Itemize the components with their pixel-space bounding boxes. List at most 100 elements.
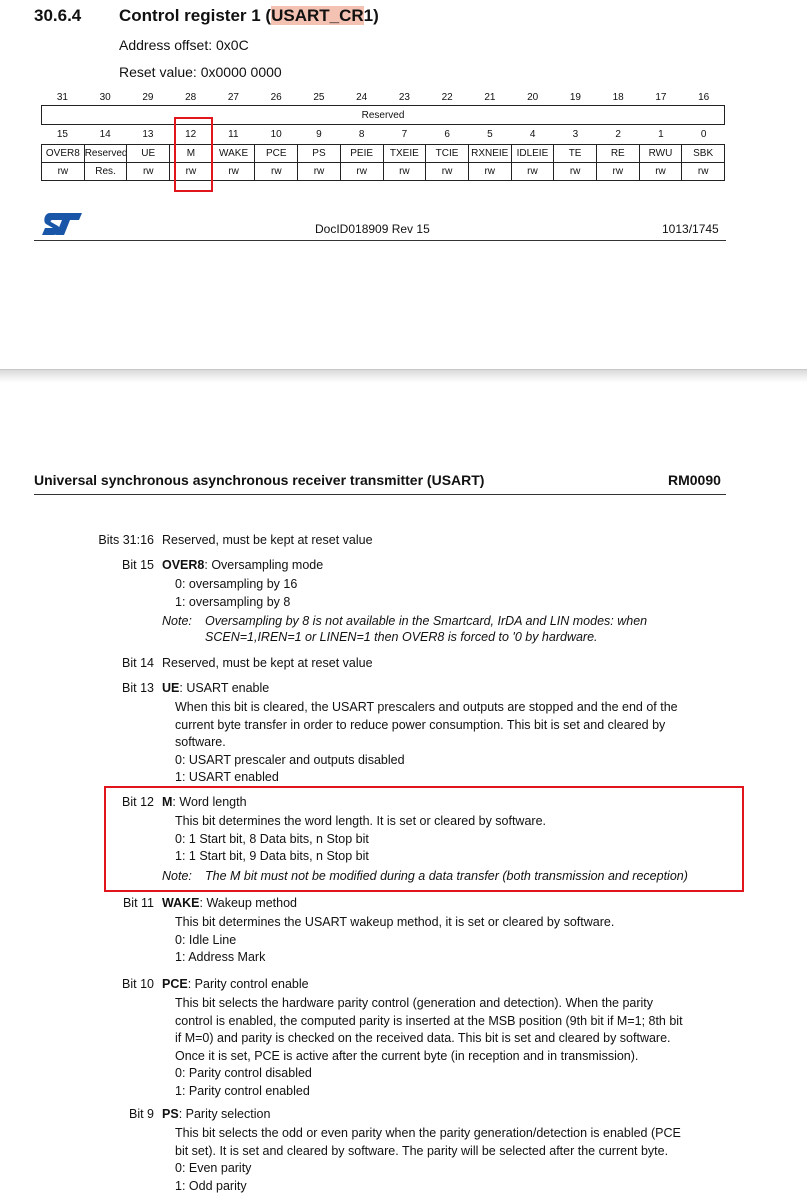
bit-title: : Parity selection [178, 1107, 271, 1121]
page2-header-ref: RM0090 [668, 472, 721, 488]
bit-desc-line: This bit determines the USART wakeup met… [175, 915, 615, 929]
field-cell-2: UE [126, 144, 171, 163]
access-cell-2: rw [126, 162, 171, 181]
bit-title: : USART enable [179, 681, 270, 695]
title-highlight: USART_CR [271, 6, 364, 25]
page2-header-title: Universal synchronous asynchronous recei… [34, 472, 485, 488]
bit-number-8: 23 [398, 92, 410, 103]
st-logo-icon [42, 213, 82, 235]
page-separator [0, 370, 807, 383]
bit-number-4: 11 [228, 129, 239, 140]
field-cell-0: OVER8 [41, 144, 85, 163]
bit-number-11: 20 [527, 92, 539, 103]
bit12-highlight-box [104, 786, 744, 892]
bit-desc-line: 0: Even parity [175, 1161, 252, 1175]
bit-title: : Parity control enable [187, 977, 309, 991]
access-cell-4: rw [211, 162, 256, 181]
bit-label: Bits 31:16 [98, 533, 154, 547]
bit-desc-line: 0: Parity control disabled [175, 1066, 312, 1080]
register-fields: OVER8 Reserved UE M WAKE PCE PS PEIE TXEIE TCIE RX… [41, 144, 725, 181]
bit-number-13: 18 [612, 92, 624, 103]
field-cell-8: TXEIE [382, 144, 427, 163]
bit-desc-line: Reserved, must be kept at reset value [162, 656, 373, 670]
bit-number-9: 22 [441, 92, 453, 103]
bit-name: PCE [162, 977, 188, 991]
bit-desc-line: 0: Idle Line [175, 932, 237, 947]
bit-heading: PS: Parity selection [162, 1106, 270, 1124]
bit-heading: PCE: Parity control enable [162, 976, 309, 994]
bit-number-5: 10 [270, 129, 282, 140]
upper-bit-numbers: 31 30 29 28 27 26 25 24 23 22 21 20 19 18 17 16 [41, 89, 725, 106]
bit-heading: UE: USART enable [162, 680, 269, 698]
bit-number-3: 28 [185, 92, 197, 103]
access-cell-15: rw [681, 162, 725, 181]
bit-desc-line: software. [175, 735, 226, 749]
st-logo [40, 211, 84, 242]
field-cell-4: WAKE [211, 144, 256, 163]
bit-desc-line: This bit selects the odd or even parity … [175, 1126, 681, 1140]
bit-desc-line: 1: oversampling by 8 [175, 594, 291, 609]
bit-name: UE [162, 681, 180, 695]
bit-desc-line: control is enabled, the computed parity … [175, 1013, 683, 1028]
access-cell-1: Res. [83, 162, 128, 181]
access-cell-7: rw [339, 162, 384, 181]
section-number: 30.6.4 [34, 6, 82, 25]
bit-number-10: 21 [484, 92, 496, 103]
bit-number-11: 4 [529, 129, 536, 140]
bit-desc-line: bit set). It is set and cleared by softw… [175, 1143, 669, 1158]
register-table: OVER8 Reserved UE M WAKE PCE PS PEIE TXEIE TCIE RX… [41, 144, 725, 181]
bit-number-1: 14 [99, 129, 111, 140]
bit-desc-line: Once it is set, PCE is active after the … [175, 1048, 639, 1063]
note-text: Oversampling by 8 is not available in th… [205, 614, 648, 628]
bit-desc-line: 1: Odd parity [175, 1178, 247, 1193]
bit-number-7: 8 [358, 129, 365, 140]
bit-number-8: 7 [401, 129, 408, 140]
bit-label: Bit 11 [122, 896, 154, 910]
bit-name: PS [162, 1107, 179, 1121]
bit-desc-line: 1: Parity control enabled [175, 1083, 310, 1098]
bit-number-4: 27 [227, 92, 239, 103]
bit-label: Bit 9 [128, 1107, 154, 1121]
title-prefix: Control register 1 ( [119, 6, 272, 25]
access-cell-0: rw [41, 162, 85, 181]
bit-number-6: 25 [313, 92, 325, 103]
bit-desc-line: 0: oversampling by 16 [175, 577, 298, 591]
upper-bitnum-table: 31 30 29 28 27 26 25 24 23 22 21 20 19 18 17 16 [41, 89, 725, 106]
section-title: Control register 1 (USART_CR1) [119, 6, 379, 26]
bit-title: : Wakeup method [199, 896, 298, 910]
title-suffix: 1) [363, 6, 379, 25]
address-offset: Address offset: 0x0C [119, 37, 249, 53]
doc-id: DocID018909 Rev 15 [315, 222, 430, 236]
bit-desc-line: When this bit is cleared, the USART pres… [175, 700, 678, 714]
bit-number-1: 30 [99, 92, 111, 103]
access-cell-12: rw [553, 162, 597, 181]
bit-number-5: 26 [270, 92, 282, 103]
bit-number-7: 24 [356, 92, 368, 103]
bit-number-6: 9 [316, 129, 322, 140]
bit-number-9: 6 [444, 129, 450, 140]
bit-number-15: 16 [698, 92, 710, 103]
note-label: Note: [162, 614, 192, 628]
bit-number-14: 17 [655, 92, 667, 103]
bit-label: Bit 14 [122, 656, 154, 670]
field-cell-6: PS [297, 144, 341, 163]
m-bit-highlight-box [174, 117, 213, 192]
access-cell-8: rw [382, 162, 427, 181]
page-number: 1013/1745 [662, 222, 719, 236]
field-cell-10: RXNEIE [467, 144, 512, 163]
field-cell-1: Reserved [83, 144, 128, 163]
bit-desc-line: 0: USART prescaler and outputs disabled [175, 752, 405, 767]
lower-bit-numbers: 15 14 13 12 11 10 9 8 7 6 5 4 3 2 1 0 [41, 126, 725, 143]
field-cell-12: TE [553, 144, 597, 163]
field-cell-15: SBK [681, 144, 725, 163]
reserved-field: Reserved [41, 105, 725, 125]
bit-number-2: 29 [142, 92, 154, 103]
bit-name: WAKE [162, 896, 200, 910]
bit-number-10: 5 [487, 129, 493, 140]
footer-rule [34, 240, 726, 241]
field-cell-14: RWU [638, 144, 683, 163]
field-cell-11: IDLEIE [510, 144, 555, 163]
bit-number-12: 3 [572, 129, 579, 140]
bit-label: Bit 15 [122, 558, 154, 572]
bit-desc-line: 1: Address Mark [175, 950, 266, 964]
